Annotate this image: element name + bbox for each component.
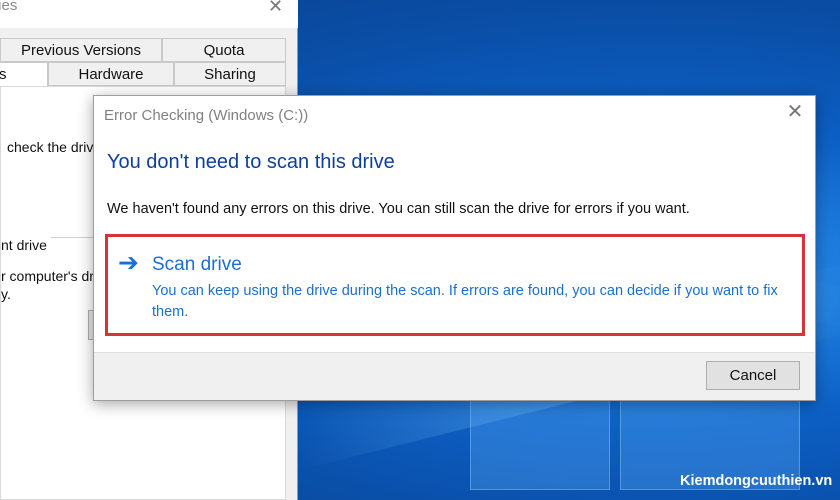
- dialog-message: We haven't found any errors on this driv…: [107, 201, 690, 217]
- dialog-footer: Cancel: [94, 352, 815, 400]
- scan-drive-title: Scan drive: [152, 254, 242, 275]
- arrow-right-icon: ➔: [118, 249, 139, 277]
- window-logo-pane: [470, 400, 610, 490]
- close-icon[interactable]: ✕: [268, 0, 283, 17]
- cancel-button[interactable]: Cancel: [706, 361, 800, 390]
- properties-title: ties: [0, 0, 18, 14]
- tab-quota[interactable]: Quota: [162, 38, 286, 62]
- error-checking-dialog: Error Checking (Windows (C:)) ✕ You don'…: [93, 95, 816, 401]
- scan-drive-command-link[interactable]: ➔ Scan drive You can keep using the driv…: [105, 234, 805, 336]
- error-checking-text: check the driv: [7, 139, 94, 155]
- optimize-text-2: y.: [1, 286, 11, 302]
- properties-title-bar: ties ✕: [0, 0, 298, 28]
- tab-previous-versions[interactable]: Previous Versions: [0, 38, 162, 62]
- tab-sharing[interactable]: Sharing: [174, 62, 286, 86]
- watermark: Kiemdongcuuthien.vn: [680, 473, 833, 489]
- dialog-heading: You don't need to scan this drive: [107, 151, 395, 173]
- optimize-group-label: nt drive: [1, 237, 51, 253]
- tab-hardware[interactable]: Hardware: [48, 62, 174, 86]
- dialog-title: Error Checking (Windows (C:)): [104, 107, 309, 124]
- optimize-text: r computer's dr: [1, 268, 94, 284]
- tab-tools[interactable]: s: [0, 62, 48, 86]
- close-icon[interactable]: ✕: [784, 102, 806, 124]
- scan-drive-description: You can keep using the drive during the …: [152, 283, 778, 320]
